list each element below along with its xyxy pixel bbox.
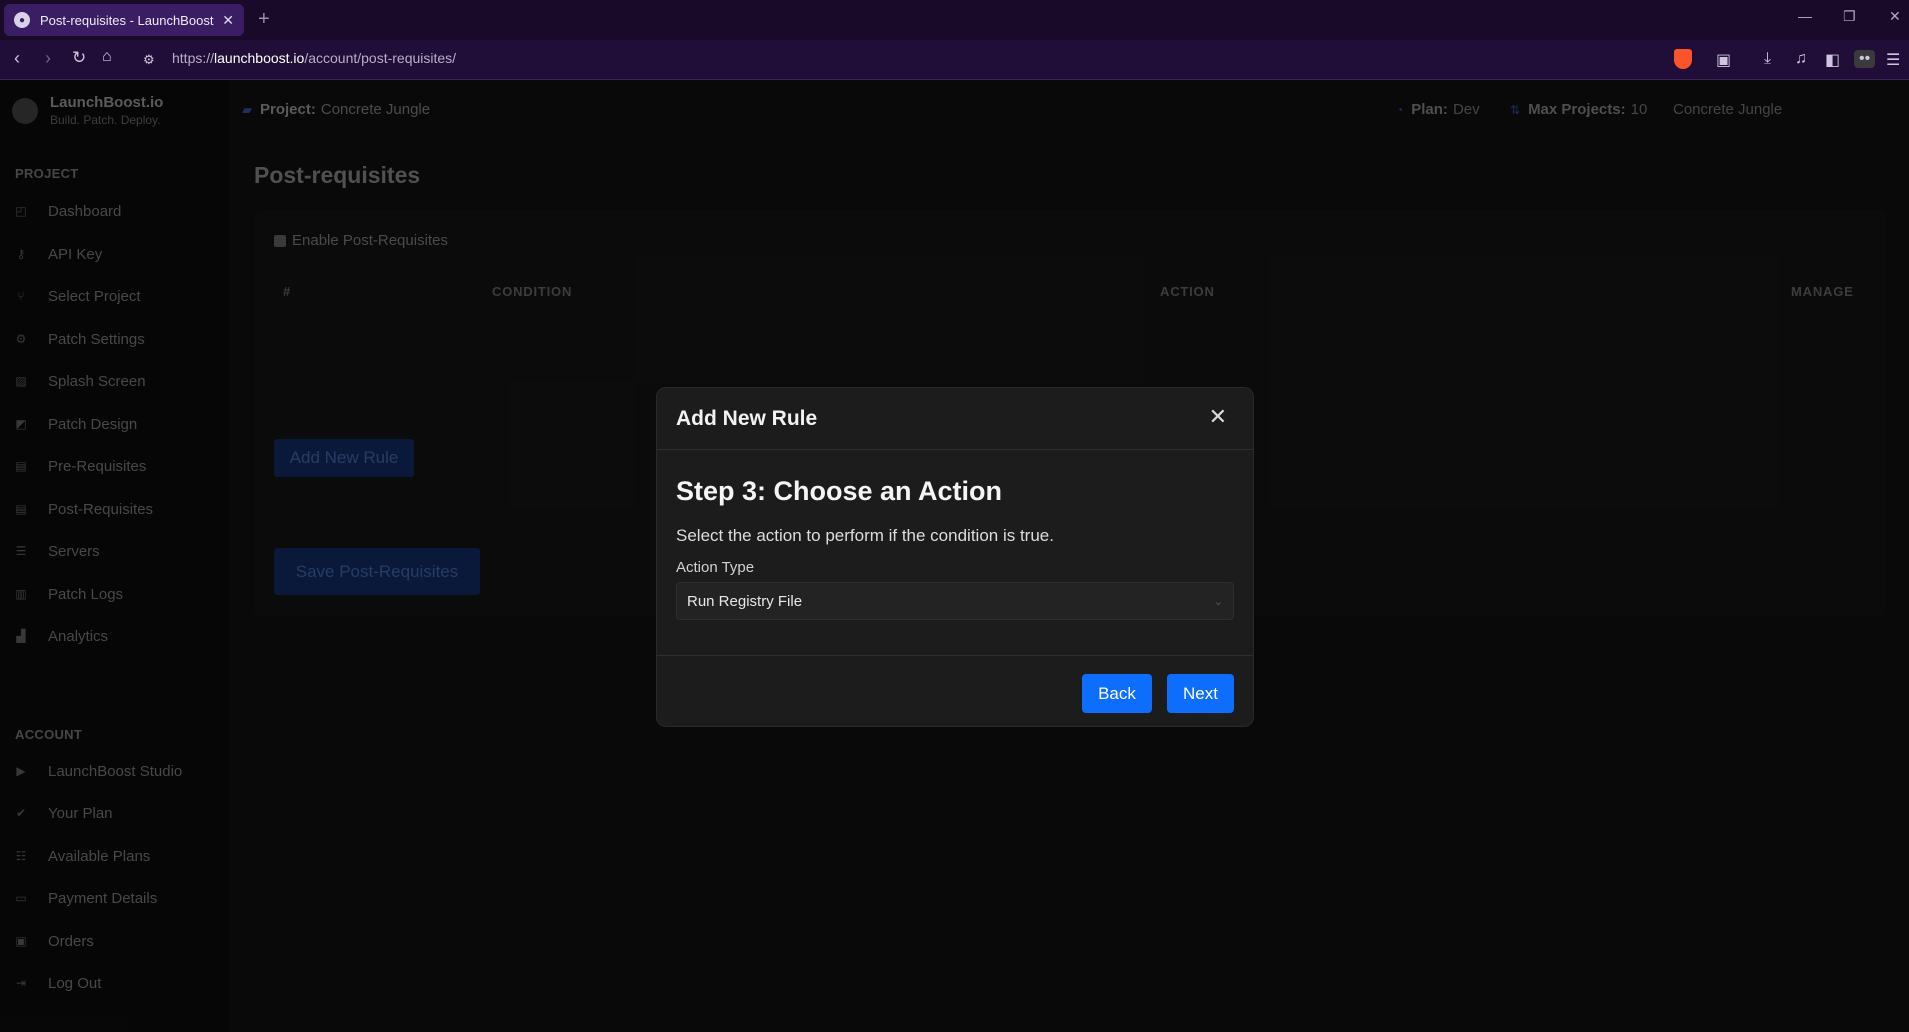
chevron-down-icon: ⌄ xyxy=(1213,595,1223,608)
step-title: Step 3: Choose an Action xyxy=(676,476,1003,506)
brave-shield-icon[interactable] xyxy=(1674,49,1692,69)
menu-icon[interactable]: ☰ xyxy=(1886,50,1900,70)
close-icon[interactable]: ✕ xyxy=(1209,404,1227,430)
address-bar[interactable]: https://launchboost.io/account/post-requ… xyxy=(172,50,456,66)
url-path: /account/post-requisites/ xyxy=(304,50,457,66)
launchboost-favicon-icon: ● xyxy=(14,12,30,28)
browser-tabbar: ● Post-requisites - LaunchBoost ✕ + — ❐ … xyxy=(0,0,1909,40)
download-icon[interactable]: ⤓ xyxy=(1764,50,1771,68)
extension-icon[interactable]: •• xyxy=(1854,50,1876,68)
minimize-icon[interactable]: — xyxy=(1798,8,1812,24)
close-window-icon[interactable]: ✕ xyxy=(1889,8,1901,25)
step-description: Select the action to perform if the cond… xyxy=(676,526,1054,545)
back-icon[interactable]: ‹ xyxy=(14,48,20,69)
home-icon[interactable]: ⌂ xyxy=(102,48,112,66)
add-rule-modal: Add New Rule ✕ Step 3: Choose an Action … xyxy=(656,387,1254,727)
wallet-icon[interactable]: ▣ xyxy=(1716,50,1731,70)
browser-tab[interactable]: ● Post-requisites - LaunchBoost ✕ xyxy=(4,4,244,36)
url-scheme: https:// xyxy=(172,50,215,66)
site-settings-icon[interactable]: ⚙ xyxy=(143,52,155,68)
browser-tab-title: Post-requisites - LaunchBoost xyxy=(40,12,214,28)
modal-header: Add New Rule ✕ xyxy=(657,388,1253,450)
sidebar-toggle-icon[interactable]: ◧ xyxy=(1825,50,1840,70)
action-type-select[interactable]: Run Registry File ⌄ xyxy=(676,582,1234,620)
reload-icon[interactable]: ↻ xyxy=(72,48,86,68)
media-icon[interactable]: ♫ xyxy=(1795,50,1807,68)
action-type-label: Action Type xyxy=(676,559,755,576)
modal-footer: Back Next xyxy=(657,655,1253,727)
restore-icon[interactable]: ❐ xyxy=(1843,8,1856,25)
forward-icon[interactable]: › xyxy=(45,48,51,69)
back-button[interactable]: Back xyxy=(1082,674,1152,713)
action-type-value: Run Registry File xyxy=(687,592,803,610)
close-tab-icon[interactable]: ✕ xyxy=(222,12,234,29)
modal-title: Add New Rule xyxy=(676,407,818,430)
next-button[interactable]: Next xyxy=(1167,674,1234,713)
new-tab-icon[interactable]: + xyxy=(258,8,270,31)
url-domain: launchboost.io xyxy=(214,50,305,66)
